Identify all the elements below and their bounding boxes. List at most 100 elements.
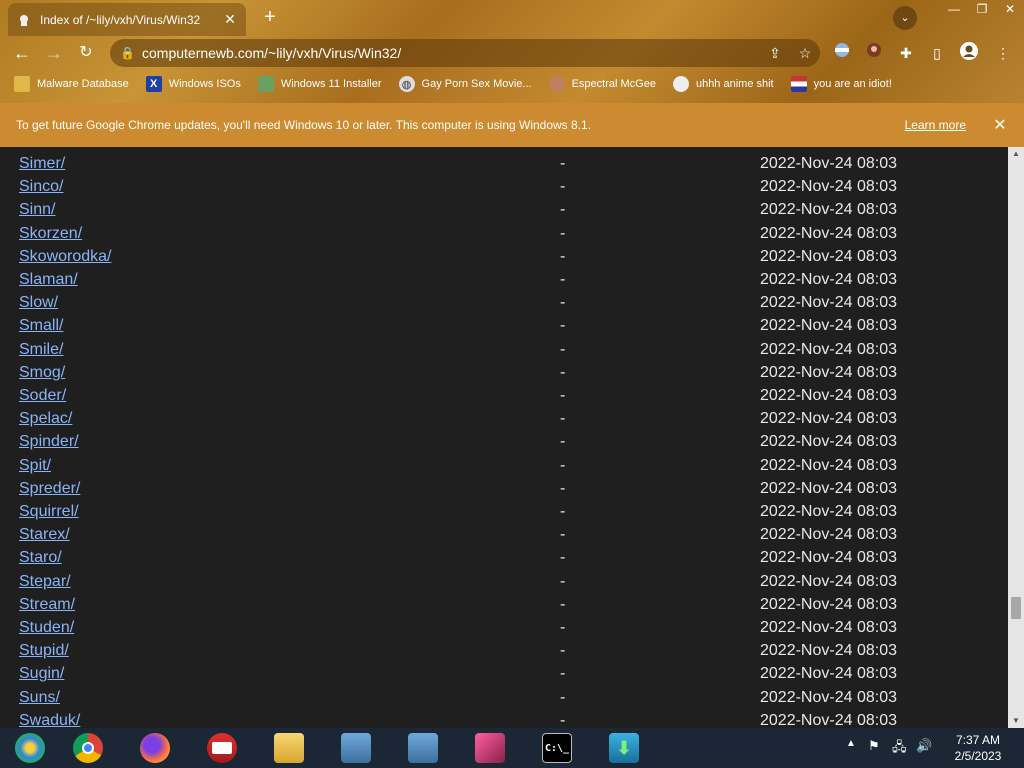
directory-link[interactable]: Stepar/	[19, 573, 71, 591]
new-tab-button[interactable]: +	[258, 6, 282, 30]
extension-avatar-icon[interactable]	[861, 41, 887, 65]
directory-link[interactable]: Small/	[19, 317, 63, 335]
share-icon[interactable]: ⇪	[760, 45, 790, 62]
date-cell: 2022-Nov-24 08:03	[760, 317, 897, 335]
scrollbar-thumb[interactable]	[1011, 597, 1021, 619]
profile-icon[interactable]	[956, 41, 982, 65]
bookmark-windows-isos[interactable]: X Windows ISOs	[145, 76, 241, 92]
window-close-button[interactable]: ✕	[996, 0, 1024, 18]
table-row: Suns/ - 2022-Nov-24 08:03	[0, 689, 1000, 712]
directory-link[interactable]: Starex/	[19, 526, 70, 544]
directory-link[interactable]: Spit/	[19, 457, 51, 475]
taskbar-opera[interactable]	[192, 730, 252, 766]
extensions-puzzle-icon[interactable]: ✚	[893, 41, 919, 65]
scroll-down-icon[interactable]: ▼	[1008, 714, 1024, 728]
table-row: Sugin/ - 2022-Nov-24 08:03	[0, 665, 1000, 688]
date-cell: 2022-Nov-24 08:03	[760, 549, 897, 567]
window-controls: — ❐ ✕	[940, 0, 1024, 20]
x-logo-icon: X	[145, 76, 162, 92]
size-cell: -	[560, 363, 566, 381]
bookmark-espectral-mcgee[interactable]: Espectral McGee	[548, 76, 656, 92]
size-cell: -	[560, 479, 566, 497]
directory-link[interactable]: Soder/	[19, 387, 66, 405]
learn-more-link[interactable]: Learn more	[905, 118, 966, 132]
date-cell: 2022-Nov-24 08:03	[760, 572, 897, 590]
action-center-flag-icon[interactable]: ⚑	[868, 738, 880, 754]
taskbar-clock[interactable]: 7:37 AM 2/5/2023	[938, 732, 1018, 764]
table-row: Studen/ - 2022-Nov-24 08:03	[0, 619, 1000, 642]
directory-link[interactable]: Smile/	[19, 341, 63, 359]
taskbar-display-app[interactable]	[460, 730, 520, 766]
table-row: Smog/ - 2022-Nov-24 08:03	[0, 364, 1000, 387]
restore-button[interactable]: ❐	[968, 0, 996, 18]
bookmark-porn-site[interactable]: ◍ Gay Porn Sex Movie...	[398, 76, 532, 92]
directory-link[interactable]: Stream/	[19, 596, 75, 614]
image-icon	[257, 76, 274, 92]
directory-link[interactable]: Squirrel/	[19, 503, 79, 521]
table-row: Skorzen/ - 2022-Nov-24 08:03	[0, 225, 1000, 248]
directory-link[interactable]: Slow/	[19, 294, 58, 312]
extension-flag-icon[interactable]	[829, 41, 855, 65]
date-cell: 2022-Nov-24 08:03	[760, 688, 897, 706]
directory-link[interactable]: Slaman/	[19, 271, 78, 289]
directory-link[interactable]: Sugin/	[19, 665, 64, 683]
taskbar-file-explorer[interactable]	[259, 730, 319, 766]
reload-icon[interactable]: ↻	[73, 41, 99, 65]
network-icon[interactable]: 🖧	[892, 738, 907, 760]
table-row: Sinco/ - 2022-Nov-24 08:03	[0, 178, 1000, 201]
taskbar-installer-1[interactable]	[326, 730, 386, 766]
windows-taskbar: C:\_ ⬇ ▲ ⚑ 🖧 🔊 7:37 AM 2/5/2023	[0, 728, 1024, 768]
directory-link[interactable]: Sinn/	[19, 201, 55, 219]
taskbar-command-prompt[interactable]: C:\_	[527, 730, 587, 766]
minimize-button[interactable]: —	[940, 0, 968, 18]
tab-search-button[interactable]: ⌄	[893, 6, 917, 30]
tray-overflow-icon[interactable]: ▲	[846, 738, 856, 749]
directory-link[interactable]: Spreder/	[19, 480, 80, 498]
start-button[interactable]	[0, 730, 60, 766]
tab-close-icon[interactable]: ✕	[222, 11, 238, 28]
page-scrollbar[interactable]: ▲ ▼	[1008, 147, 1024, 728]
bookmark-anime[interactable]: uhhh anime shit	[672, 76, 774, 92]
directory-link[interactable]: Spinder/	[19, 433, 79, 451]
side-panel-icon[interactable]: ▯	[924, 41, 950, 65]
directory-link[interactable]: Smog/	[19, 364, 65, 382]
bookmark-malware-database[interactable]: Malware Database	[14, 76, 129, 92]
address-url[interactable]: computernewb.com/~lily/vxh/Virus/Win32/	[142, 45, 760, 61]
directory-link[interactable]: Simer/	[19, 155, 65, 173]
date-cell: 2022-Nov-24 08:03	[760, 201, 897, 219]
lock-icon[interactable]: 🔒	[120, 46, 142, 60]
bookmark-star-icon[interactable]: ☆	[790, 45, 820, 62]
taskbar-installer-2[interactable]	[393, 730, 453, 766]
taskbar-download-app[interactable]: ⬇	[594, 730, 654, 766]
anime-icon	[672, 76, 689, 92]
address-bar[interactable]: 🔒 computernewb.com/~lily/vxh/Virus/Win32…	[110, 39, 820, 67]
menu-kebab-icon[interactable]: ⋮	[990, 41, 1016, 65]
taskbar-firefox[interactable]	[125, 730, 185, 766]
back-icon[interactable]: ←	[9, 41, 35, 65]
firefox-icon	[140, 733, 170, 763]
volume-icon[interactable]: 🔊	[916, 738, 932, 754]
directory-link[interactable]: Sinco/	[19, 178, 63, 196]
directory-link[interactable]: Skorzen/	[19, 225, 82, 243]
scroll-up-icon[interactable]: ▲	[1008, 147, 1024, 161]
directory-link[interactable]: Swaduk/	[19, 712, 80, 728]
forward-icon[interactable]: →	[41, 41, 67, 65]
directory-link[interactable]: Skoworodka/	[19, 248, 112, 266]
clock-date: 2/5/2023	[954, 749, 1002, 763]
size-cell: -	[560, 387, 566, 404]
directory-link[interactable]: Spelac/	[19, 410, 72, 428]
directory-link[interactable]: Studen/	[19, 619, 74, 637]
table-row: Sinn/ - 2022-Nov-24 08:03	[0, 201, 1000, 224]
taskbar-chrome[interactable]	[58, 730, 118, 766]
table-row: Starex/ - 2022-Nov-24 08:03	[0, 526, 1000, 549]
tab-active[interactable]: Index of /~lily/vxh/Virus/Win32 ✕	[8, 3, 246, 36]
date-cell: 2022-Nov-24 08:03	[760, 340, 897, 358]
size-cell: -	[560, 224, 566, 242]
directory-link[interactable]: Staro/	[19, 549, 62, 567]
bookmark-you-are-an-idiot[interactable]: you are an idiot!	[790, 76, 892, 92]
infobar-close-icon[interactable]: ✕	[988, 115, 1012, 135]
directory-link[interactable]: Stupid/	[19, 642, 69, 660]
directory-link[interactable]: Suns/	[19, 689, 60, 707]
installer-icon	[341, 733, 371, 763]
bookmark-windows-11-installer[interactable]: Windows 11 Installer	[257, 76, 382, 92]
